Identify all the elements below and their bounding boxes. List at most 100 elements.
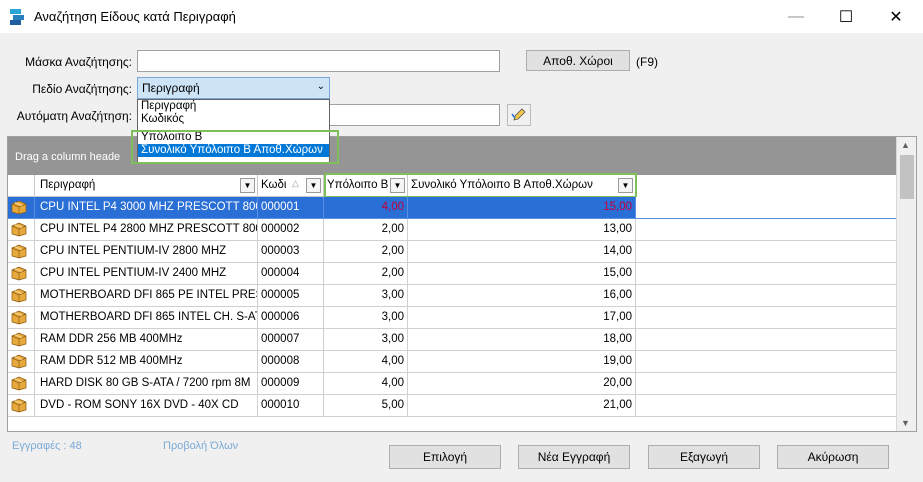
cell-empty: [636, 395, 896, 417]
edit-icon[interactable]: [507, 104, 531, 126]
export-button[interactable]: Εξαγωγή: [648, 445, 760, 469]
records-count: Εγγραφές : 48: [12, 440, 82, 452]
minimize-button[interactable]: —: [773, 0, 819, 33]
header-balance[interactable]: Υπόλοιπο Β ▼: [324, 175, 408, 197]
box-icon: [8, 241, 35, 263]
cell-total-balance[interactable]: 21,00: [408, 395, 636, 417]
table-row[interactable]: CPU INTEL P4 3000 MHZ PRESCOTT 800 000001…: [8, 197, 896, 219]
cell-total-balance[interactable]: 19,00: [408, 351, 636, 373]
cell-empty: [636, 307, 896, 329]
scroll-thumb[interactable]: [900, 155, 914, 199]
cell-total-balance[interactable]: 13,00: [408, 219, 636, 241]
header-total-label: Συνολικό Υπόλοιπο Β Αποθ.Χώρων: [411, 179, 593, 191]
window-title: Αναζήτηση Είδους κατά Περιγραφή: [34, 9, 236, 24]
cell-code[interactable]: 000009: [258, 373, 324, 395]
cell-empty: [636, 373, 896, 395]
show-all-link[interactable]: Προβολή Όλων: [163, 440, 238, 452]
mask-input[interactable]: [137, 50, 500, 72]
table-row[interactable]: MOTHERBOARD DFI 865 PE INTEL PRES 000005 3…: [8, 285, 896, 307]
dropdown-option-selected[interactable]: Συνολικό Υπόλοιπο Β Αποθ.Χώρων: [138, 144, 329, 157]
box-icon: [8, 307, 35, 329]
cell-code[interactable]: 000003: [258, 241, 324, 263]
dropdown-option[interactable]: Περιγραφή: [138, 100, 329, 113]
maximize-button[interactable]: ☐: [823, 0, 869, 33]
filter-icon[interactable]: ▼: [306, 178, 321, 193]
table-row[interactable]: MOTHERBOARD DFI 865 INTEL CH. S-AT 000006…: [8, 307, 896, 329]
table-row[interactable]: RAM DDR 256 MB 400MHz 000007 3,00 18,00: [8, 329, 896, 351]
cell-description[interactable]: CPU INTEL P4 2800 MHZ PRESCOTT 800: [35, 219, 258, 241]
header-code-label: Κωδι: [261, 179, 287, 191]
header-description[interactable]: Περιγραφή ▼: [35, 175, 258, 197]
cell-empty: [636, 351, 896, 373]
field-select-value: Περιγραφή: [142, 81, 200, 95]
title-bar: Αναζήτηση Είδους κατά Περιγραφή — ☐ ✕: [0, 0, 923, 33]
cell-balance[interactable]: 5,00: [324, 395, 408, 417]
cell-description[interactable]: MOTHERBOARD DFI 865 PE INTEL PRES: [35, 285, 258, 307]
filter-icon[interactable]: ▼: [618, 178, 633, 193]
cell-description[interactable]: CPU INTEL PENTIUM-IV 2800 MHZ: [35, 241, 258, 263]
app-logo-icon: [10, 9, 24, 25]
field-select[interactable]: Περιγραφή ⌄: [137, 77, 330, 99]
filter-icon[interactable]: ▼: [240, 178, 255, 193]
table-row[interactable]: CPU INTEL P4 2800 MHZ PRESCOTT 800 000002…: [8, 219, 896, 241]
cell-total-balance[interactable]: 15,00: [408, 263, 636, 285]
cell-description[interactable]: CPU INTEL P4 3000 MHZ PRESCOTT 800: [35, 197, 258, 219]
cell-code[interactable]: 000005: [258, 285, 324, 307]
cell-description[interactable]: DVD - ROM SONY 16X DVD - 40X CD: [35, 395, 258, 417]
header-total-balance[interactable]: Συνολικό Υπόλοιπο Β Αποθ.Χώρων ▼: [408, 175, 636, 197]
table-row[interactable]: CPU INTEL PENTIUM-IV 2400 MHZ 000004 2,00 1…: [8, 263, 896, 285]
cell-balance[interactable]: 4,00: [324, 373, 408, 395]
cancel-button[interactable]: Ακύρωση: [777, 445, 889, 469]
cell-balance[interactable]: 4,00: [324, 351, 408, 373]
cell-total-balance[interactable]: 14,00: [408, 241, 636, 263]
cell-empty: [636, 219, 896, 241]
header-code[interactable]: Κωδι △ ▼: [258, 175, 324, 197]
filter-icon[interactable]: ▼: [390, 178, 405, 193]
dropdown-option[interactable]: Υπόλοιπο Β: [138, 131, 329, 144]
vertical-scrollbar[interactable]: ▲ ▼: [896, 137, 916, 431]
cell-code[interactable]: 000010: [258, 395, 324, 417]
cell-empty: [636, 329, 896, 351]
cell-total-balance[interactable]: 20,00: [408, 373, 636, 395]
cell-empty: [636, 285, 896, 307]
cell-balance[interactable]: 4,00: [324, 197, 408, 219]
cell-description[interactable]: RAM DDR 512 MB 400MHz: [35, 351, 258, 373]
select-button[interactable]: Επιλογή: [389, 445, 501, 469]
table-row[interactable]: RAM DDR 512 MB 400MHz 000008 4,00 19,00: [8, 351, 896, 373]
cell-description[interactable]: RAM DDR 256 MB 400MHz: [35, 329, 258, 351]
cell-code[interactable]: 000004: [258, 263, 324, 285]
cell-total-balance[interactable]: 18,00: [408, 329, 636, 351]
cell-empty: [636, 241, 896, 263]
table-row[interactable]: HARD DISK 80 GB S-ATA / 7200 rpm 8M 00000…: [8, 373, 896, 395]
cell-code[interactable]: 000008: [258, 351, 324, 373]
cell-code[interactable]: 000006: [258, 307, 324, 329]
cell-description[interactable]: MOTHERBOARD DFI 865 INTEL CH. S-AT: [35, 307, 258, 329]
table-row[interactable]: DVD - ROM SONY 16X DVD - 40X CD 000010 5,0…: [8, 395, 896, 417]
new-record-button[interactable]: Νέα Εγγραφή: [518, 445, 630, 469]
cell-balance[interactable]: 2,00: [324, 241, 408, 263]
cell-total-balance[interactable]: 15,00: [408, 197, 636, 219]
dropdown-option[interactable]: Κωδικός: [138, 113, 329, 126]
close-button[interactable]: ✕: [873, 0, 919, 33]
cell-code[interactable]: 000007: [258, 329, 324, 351]
cell-balance[interactable]: 2,00: [324, 263, 408, 285]
cell-balance[interactable]: 3,00: [324, 307, 408, 329]
mask-label: Μάσκα Αναζήτησης:: [25, 55, 132, 69]
chevron-down-icon[interactable]: ⌄: [317, 81, 325, 92]
cell-balance[interactable]: 2,00: [324, 219, 408, 241]
table-row[interactable]: CPU INTEL PENTIUM-IV 2800 MHZ 000003 2,00 1…: [8, 241, 896, 263]
cell-code[interactable]: 000001: [258, 197, 324, 219]
scroll-up-icon[interactable]: ▲: [901, 140, 910, 150]
header-balance-label: Υπόλοιπο Β: [327, 179, 389, 191]
cell-description[interactable]: CPU INTEL PENTIUM-IV 2400 MHZ: [35, 263, 258, 285]
cell-empty: [636, 263, 896, 285]
stores-button[interactable]: Αποθ. Χώροι: [526, 50, 630, 71]
box-icon: [8, 219, 35, 241]
cell-balance[interactable]: 3,00: [324, 329, 408, 351]
cell-balance[interactable]: 3,00: [324, 285, 408, 307]
scroll-down-icon[interactable]: ▼: [901, 418, 910, 428]
cell-total-balance[interactable]: 17,00: [408, 307, 636, 329]
cell-code[interactable]: 000002: [258, 219, 324, 241]
cell-total-balance[interactable]: 16,00: [408, 285, 636, 307]
cell-description[interactable]: HARD DISK 80 GB S-ATA / 7200 rpm 8M: [35, 373, 258, 395]
